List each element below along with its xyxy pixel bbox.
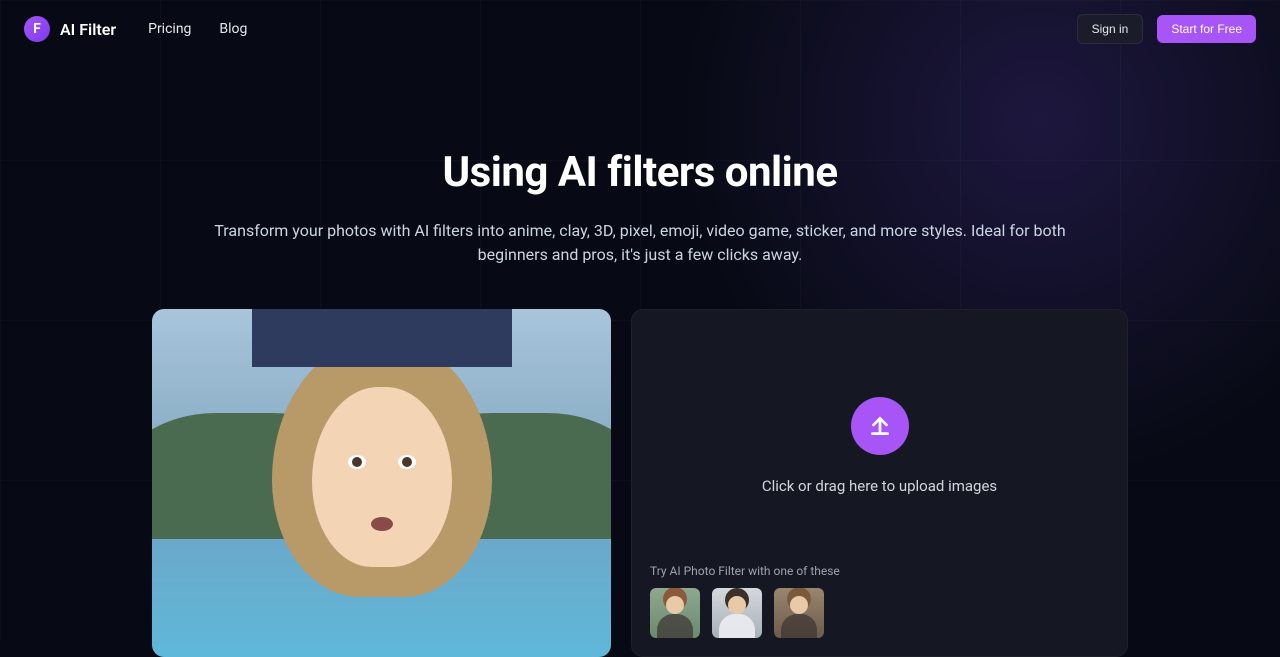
sample-thumb-1[interactable] <box>650 588 700 638</box>
sample-thumbnails <box>650 588 1109 638</box>
main-nav: Pricing Blog <box>148 21 247 37</box>
logo-icon: F <box>24 16 50 42</box>
try-samples-label: Try AI Photo Filter with one of these <box>650 564 1109 578</box>
example-image <box>152 309 611 657</box>
upload-instruction: Click or drag here to upload images <box>762 477 997 495</box>
upload-dropzone[interactable]: Click or drag here to upload images <box>650 328 1109 564</box>
upload-icon <box>851 397 909 455</box>
nav-blog[interactable]: Blog <box>219 21 247 37</box>
logo-letter: F <box>33 21 41 37</box>
header: F AI Filter Pricing Blog Sign in Start f… <box>0 0 1280 58</box>
hero: Using AI filters online Transform your p… <box>0 148 1280 267</box>
brand-name: AI Filter <box>60 20 116 39</box>
signin-button[interactable]: Sign in <box>1077 14 1144 44</box>
nav-pricing[interactable]: Pricing <box>148 21 191 37</box>
hero-subtitle: Transform your photos with AI filters in… <box>190 219 1090 267</box>
upload-panel: Click or drag here to upload images Try … <box>631 309 1128 657</box>
sample-thumb-3[interactable] <box>774 588 824 638</box>
start-free-button[interactable]: Start for Free <box>1157 15 1256 43</box>
hero-title: Using AI filters online <box>0 148 1280 197</box>
sample-thumb-2[interactable] <box>712 588 762 638</box>
